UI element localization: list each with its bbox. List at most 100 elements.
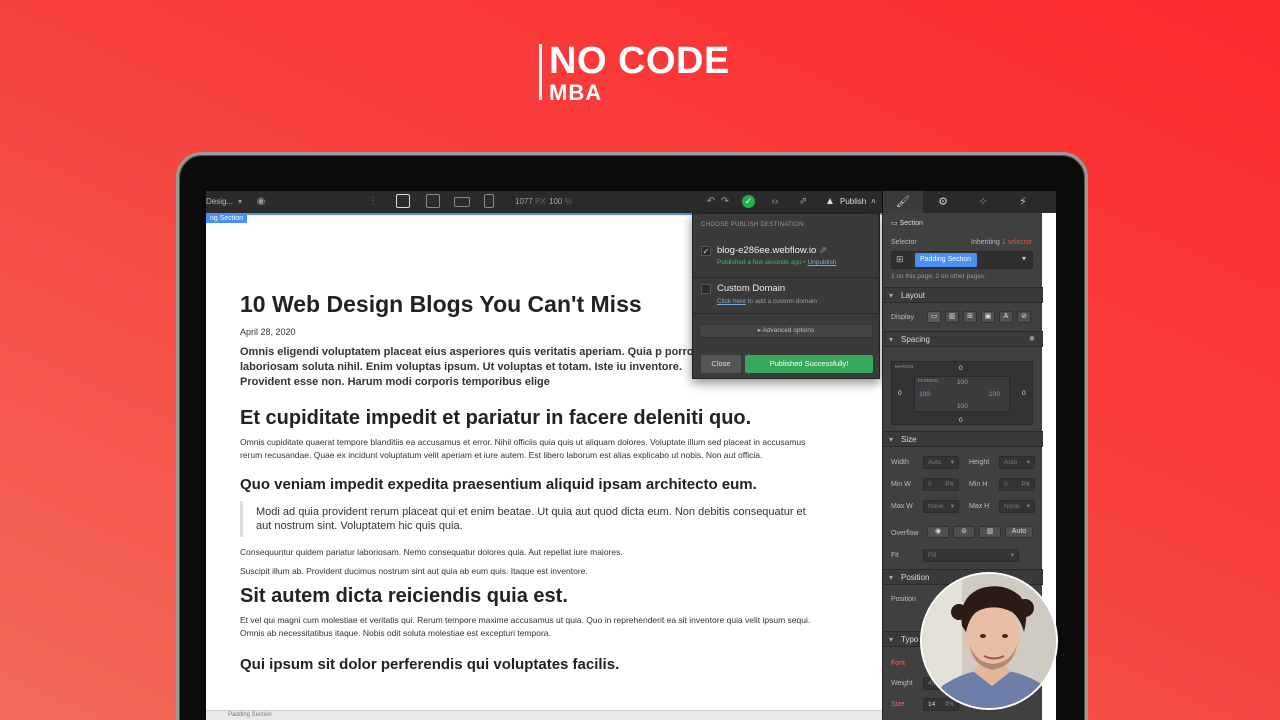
display-none-icon[interactable]: ⊘ — [1017, 311, 1031, 323]
style-brush-icon[interactable]: 🖌 — [883, 191, 923, 213]
more-icon[interactable]: ⋮ — [366, 195, 380, 209]
padding-left[interactable]: 100 — [919, 391, 930, 398]
breadcrumb-item[interactable]: Padding Section — [228, 712, 272, 718]
padding-top[interactable]: 100 — [957, 379, 968, 386]
undo-icon[interactable]: ↶ — [704, 195, 718, 209]
publish-success-button[interactable]: Published Successfully! — [745, 355, 873, 373]
overflow-auto-button[interactable]: Auto — [1005, 526, 1033, 538]
spacing-box[interactable]: MARGIN 0 0 0 0 PADDING 100 100 100 100 — [891, 361, 1033, 425]
paragraph[interactable]: Suscipit illum ab. Provident ducimus nos… — [240, 566, 820, 576]
padding-right[interactable]: 100 — [989, 391, 1000, 398]
display-flex-icon[interactable]: ▥ — [945, 311, 959, 323]
maxh-input[interactable]: None ▾ — [999, 500, 1035, 513]
element-label: ▭ Section — [891, 219, 923, 227]
overflow-hidden-icon[interactable]: ⊘ — [953, 526, 975, 538]
paragraph[interactable]: Consequuntur quidem pariatur laboriosam.… — [240, 547, 820, 557]
minw-label: Min W — [891, 481, 911, 488]
overflow-visible-icon[interactable]: ◉ — [927, 526, 949, 538]
destination-webflow[interactable]: ✓ blog-e286ee.webflow.io ⇗ Published a f… — [693, 244, 879, 278]
publish-popup: CHOOSE PUBLISH DESTINATION: ✓ blog-e286e… — [692, 213, 880, 379]
margin-top[interactable]: 0 — [959, 365, 963, 372]
overflow-scroll-icon[interactable]: ▥ — [979, 526, 1001, 538]
publish-heading: CHOOSE PUBLISH DESTINATION: — [701, 222, 806, 228]
chevron-down-icon[interactable]: ▾ — [238, 197, 242, 206]
code-icon[interactable]: ‹› — [768, 195, 782, 209]
chevron-down-icon: ▾ — [1010, 552, 1014, 559]
chevron-down-icon[interactable]: ▾ — [1022, 254, 1026, 263]
minh-label: Min H — [969, 481, 988, 488]
logo-line-2: MBA — [549, 80, 603, 105]
minh-input[interactable]: 0 PX — [999, 478, 1035, 491]
publish-button[interactable]: Publish — [840, 197, 866, 206]
margin-left[interactable]: 0 — [898, 390, 902, 397]
blockquote[interactable]: Modi ad quia provident rerum placeat qui… — [240, 501, 810, 537]
unpublish-link[interactable]: Unpublish — [807, 259, 836, 266]
inheriting-label: Inheriting 1 selector — [971, 239, 1032, 246]
export-icon[interactable]: ⇗ — [796, 195, 810, 209]
settings-gear-icon[interactable]: ⚙ — [923, 191, 963, 213]
inheriting-count[interactable]: 1 selector — [1002, 239, 1032, 246]
hint-text: to add a custom domain — [745, 298, 818, 305]
canvas-width: 1077 PX — [515, 197, 546, 206]
destination-checkbox[interactable]: ✓ — [701, 246, 711, 256]
paragraph[interactable]: Et vel qui magni cum molestiae et verita… — [240, 614, 815, 640]
usage-note: 1 on this page, 2 on other pages. — [891, 273, 987, 280]
custom-domain-checkbox[interactable] — [701, 284, 711, 294]
display-grid-icon[interactable]: ⊞ — [963, 311, 977, 323]
minw-input[interactable]: 0 PX — [923, 478, 959, 491]
height-input[interactable]: Auto ▾ — [999, 456, 1035, 469]
padding-label: PADDING — [918, 378, 939, 383]
chevron-down-icon: ▾ — [950, 459, 954, 466]
heading-2[interactable]: Et cupiditate impedit et pariatur in fac… — [240, 407, 820, 430]
maxw-value: None — [928, 503, 944, 510]
rocket-icon: ▲ — [825, 196, 835, 207]
margin-bottom[interactable]: 0 — [959, 417, 963, 424]
destination-custom[interactable]: Custom Domain Click here to add a custom… — [693, 278, 879, 314]
padding-bottom[interactable]: 100 — [957, 403, 968, 410]
webcam-overlay — [920, 572, 1058, 710]
heading-3[interactable]: Qui ipsum sit dolor perferendis qui volu… — [240, 656, 820, 673]
selector-chip[interactable]: Padding Section — [915, 253, 977, 267]
maxw-input[interactable]: None ▾ — [923, 500, 959, 513]
font-size-unit: PX — [945, 701, 954, 708]
domain-text: blog-e286ee.webflow.io — [717, 245, 817, 256]
mobile-landscape-icon[interactable] — [454, 197, 470, 207]
redo-icon[interactable]: ↷ — [718, 195, 732, 209]
paragraph[interactable]: Omnis cupiditate quaerat tempore blandit… — [240, 436, 815, 462]
mobile-portrait-icon[interactable] — [484, 194, 494, 208]
display-block-icon[interactable]: ▭ — [927, 311, 941, 323]
breadcrumb-bar[interactable]: Padding Section — [206, 710, 882, 720]
display-inline-block-icon[interactable]: ▣ — [981, 311, 995, 323]
size-section-header[interactable]: Size — [883, 431, 1043, 447]
padding-box[interactable]: PADDING 100 100 100 100 — [914, 376, 1010, 412]
layout-section-header[interactable]: Layout — [883, 287, 1043, 303]
close-button[interactable]: Close — [701, 355, 741, 373]
custom-domain-hint: Click here to add a custom domain — [717, 298, 817, 305]
advanced-options-toggle[interactable]: ▸ Advanced options — [699, 324, 873, 338]
display-inline-icon[interactable]: A — [999, 311, 1013, 323]
selector-label: Selector — [891, 239, 917, 246]
spacing-section-header[interactable]: Spacing — [883, 331, 1043, 347]
width-input[interactable]: Auto ▾ — [923, 456, 959, 469]
style-manager-icon[interactable]: ⁘ — [963, 191, 1003, 213]
maxh-label: Max H — [969, 503, 990, 510]
tablet-icon[interactable] — [426, 194, 440, 208]
selection-tag[interactable]: ng Section — [206, 214, 248, 223]
page-selector[interactable]: Desig... — [206, 197, 233, 206]
interactions-bolt-icon[interactable]: ⚡ — [1003, 191, 1043, 213]
custom-domain-link[interactable]: Click here — [717, 298, 746, 305]
fit-label: Fit — [891, 552, 899, 559]
margin-right[interactable]: 0 — [1022, 390, 1026, 397]
element-label-text: Section — [899, 220, 923, 227]
article-lead[interactable]: Omnis eligendi voluptatem placeat eius a… — [240, 345, 710, 391]
fit-select[interactable]: Fill ▾ — [923, 549, 1019, 562]
eye-icon[interactable]: ◉ — [254, 195, 268, 209]
advanced-label: Advanced options — [762, 327, 815, 334]
external-link-icon[interactable]: ⇗ — [819, 245, 827, 256]
desktop-icon[interactable] — [396, 194, 410, 208]
chevron-up-icon[interactable]: ˄ — [871, 197, 876, 206]
heading-2[interactable]: Sit autem dicta reiciendis quia est. — [240, 585, 820, 608]
minh-value: 0 — [1004, 481, 1008, 488]
spacing-eye-icon[interactable]: ◉ — [1029, 334, 1035, 342]
heading-3[interactable]: Quo veniam impedit expedita praesentium … — [240, 476, 820, 493]
